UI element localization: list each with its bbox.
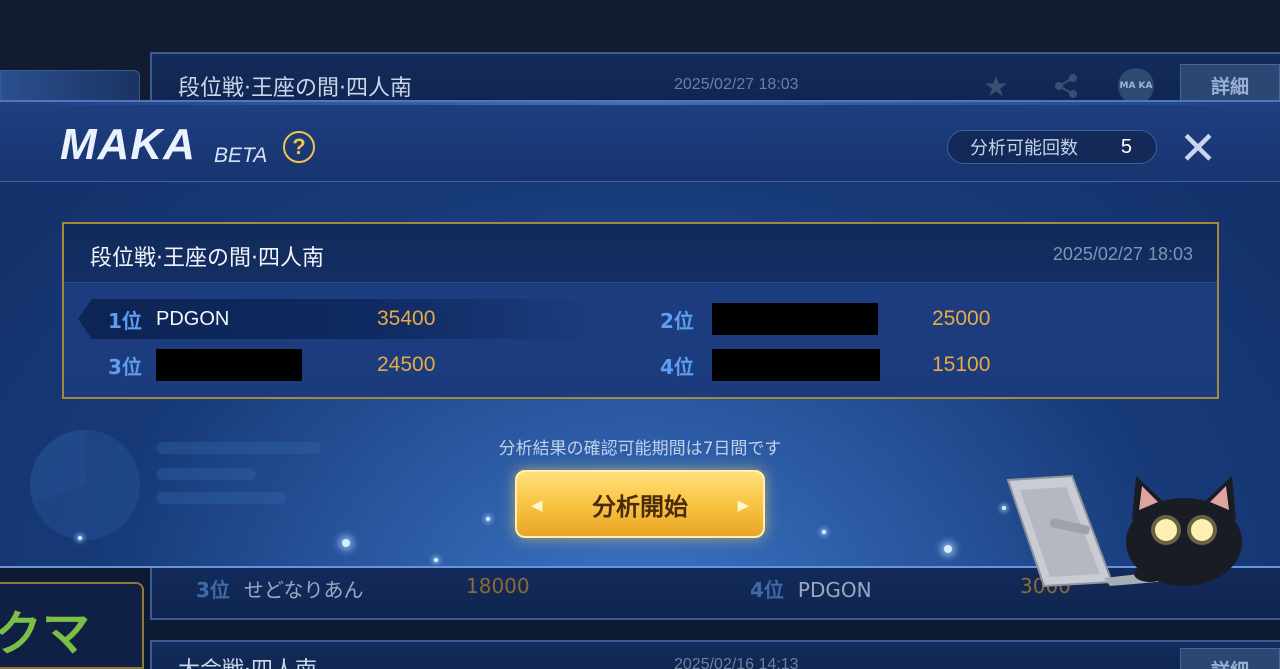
decorative-line xyxy=(156,492,286,504)
modal-header: MAKA BETA ? 分析可能回数 5 ✕ xyxy=(0,102,1280,182)
sparkle xyxy=(78,536,82,540)
analysis-count-label: 分析可能回数 xyxy=(970,138,1078,159)
player-score: 35400 xyxy=(377,307,436,330)
player-rank: 4位 xyxy=(660,354,694,379)
cat-mascot-with-laptop xyxy=(1006,474,1242,588)
bg-player-score: 18000 xyxy=(466,574,530,598)
decorative-line xyxy=(156,468,256,480)
side-banner-text: クマ xyxy=(0,606,91,662)
sparkle xyxy=(486,517,490,521)
bg-rank: 4位 xyxy=(750,578,784,602)
chevron-right-icon: ▶ xyxy=(737,496,749,514)
player-score: 15100 xyxy=(932,353,991,376)
help-icon[interactable]: ? xyxy=(283,131,315,163)
beta-label: BETA xyxy=(214,144,268,167)
player-row-4: 4位 xyxy=(660,345,880,385)
bg-card-title: 段位戦·王座の間·四人南 xyxy=(178,76,412,101)
redacted-name xyxy=(156,349,302,381)
retention-info-text: 分析結果の確認可能期間は7日間です xyxy=(498,439,782,459)
game-result-panel: 段位戦·王座の間·四人南 2025/02/27 18:03 1位 PDGON 3… xyxy=(62,222,1219,399)
chevron-left-icon: ◀ xyxy=(531,496,543,514)
sparkle xyxy=(822,530,826,534)
side-banner: クマ xyxy=(0,582,144,669)
bg-player-row: 4位 PDGON xyxy=(750,574,872,603)
maka-logo: MAKA xyxy=(60,120,196,169)
player-score: 25000 xyxy=(932,307,991,330)
player-score: 24500 xyxy=(377,353,436,376)
bg-player-name: せどなりあん xyxy=(243,578,364,602)
redacted-name xyxy=(712,349,880,381)
analysis-count-badge: 分析可能回数 5 xyxy=(947,130,1157,164)
player-row-1: 1位 PDGON xyxy=(78,299,598,339)
start-analysis-button[interactable]: ◀ 分析開始 ▶ xyxy=(515,470,765,538)
result-date: 2025/02/27 18:03 xyxy=(1052,244,1193,264)
sparkle xyxy=(342,539,350,547)
result-title: 段位戦·王座の間·四人南 xyxy=(90,246,324,271)
player-rank: 1位 xyxy=(108,308,142,333)
sparkle xyxy=(944,545,952,553)
share-icon[interactable] xyxy=(1048,68,1084,104)
player-name: PDGON xyxy=(156,307,230,330)
player-rank: 3位 xyxy=(108,354,142,379)
player-rank: 2位 xyxy=(660,308,694,333)
sparkle xyxy=(434,558,438,562)
bg-card-date: 2025/02/27 18:03 xyxy=(674,76,799,93)
bg-rank: 3位 xyxy=(196,578,230,602)
start-analysis-label: 分析開始 xyxy=(592,492,688,521)
redacted-name xyxy=(712,303,878,335)
bg-player-name: PDGON xyxy=(797,578,872,602)
close-icon[interactable]: ✕ xyxy=(1176,125,1220,171)
bg-card-title: 大会戦·四人南 xyxy=(178,652,317,669)
detail-button[interactable]: 詳細 xyxy=(1180,648,1280,669)
bg-card-date: 2025/02/16 14:13 xyxy=(674,656,799,669)
bg-player-row: 3位 せどなりあん xyxy=(196,574,364,603)
star-icon[interactable]: ★ xyxy=(978,68,1014,104)
bg-card-actions: ★ MA KA xyxy=(978,68,1154,104)
player-row-3: 3位 xyxy=(108,345,302,385)
analysis-count-value: 5 xyxy=(1120,136,1132,158)
result-player-list: 1位 PDGON 35400 2位 25000 3位 24500 4位 1510… xyxy=(64,283,1217,397)
player-row-2: 2位 xyxy=(660,299,878,339)
maka-icon[interactable]: MA KA xyxy=(1118,68,1154,104)
bg-game-card-last[interactable]: 大会戦·四人南 2025/02/16 14:13 詳細 xyxy=(150,640,1280,669)
